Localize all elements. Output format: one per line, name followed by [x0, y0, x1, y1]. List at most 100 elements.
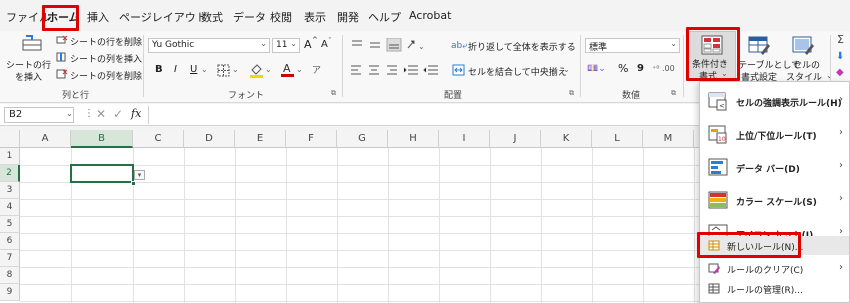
- row-header[interactable]: 9: [0, 284, 20, 301]
- svg-text:10: 10: [718, 136, 726, 143]
- clear-rules-icon: [708, 263, 720, 274]
- comma-style-button[interactable]: 9: [637, 63, 644, 74]
- svg-text:⌄: ⌄: [418, 42, 425, 51]
- column-header[interactable]: K: [541, 130, 592, 148]
- gridline: [337, 148, 338, 303]
- menu-item-clear-rules[interactable]: ルールのクリア(C) ›: [700, 259, 849, 278]
- name-box[interactable]: B2: [4, 107, 74, 123]
- column-header[interactable]: C: [133, 130, 184, 148]
- format-as-table-icon: [748, 36, 770, 55]
- clear-icon[interactable]: ◆: [836, 67, 844, 78]
- dialog-launcher-icon[interactable]: ⧉: [569, 89, 574, 98]
- chevron-down-icon: ⌄: [563, 65, 570, 74]
- column-header[interactable]: G: [337, 130, 388, 148]
- row-header[interactable]: 2: [0, 165, 20, 182]
- svg-text:A: A: [283, 62, 291, 75]
- group-separator: [342, 35, 343, 97]
- bold-button[interactable]: B: [155, 64, 163, 75]
- conditional-formatting-highlight: [686, 27, 740, 81]
- font-size-combo[interactable]: 11 ⌄: [272, 38, 300, 53]
- column-header[interactable]: I: [439, 130, 490, 148]
- chevron-down-icon[interactable]: ⌄: [66, 109, 73, 118]
- delete-columns-icon: [56, 69, 68, 79]
- top-bottom-rules-icon: 10: [708, 125, 727, 144]
- row-header[interactable]: 1: [0, 148, 20, 165]
- highlight-cells-rules-icon: <: [708, 92, 727, 111]
- insert-columns-icon: [56, 52, 66, 62]
- menu-item-data-bars[interactable]: データ バー(D) ›: [700, 152, 849, 184]
- column-header[interactable]: D: [184, 130, 235, 148]
- formula-divider: [148, 106, 149, 124]
- merge-center-button[interactable]: セルを結合して中央揃え: [468, 65, 567, 78]
- tab-view[interactable]: 表示: [304, 9, 326, 25]
- number-format-combo[interactable]: 標準 ⌄: [585, 38, 680, 53]
- column-header[interactable]: M: [643, 130, 694, 148]
- column-header[interactable]: B: [71, 130, 133, 148]
- selected-cell-b2[interactable]: [70, 164, 134, 183]
- select-all-corner[interactable]: [0, 130, 20, 148]
- delete-sheet-columns-button[interactable]: シートの列を削除: [70, 69, 142, 82]
- column-header[interactable]: H: [388, 130, 439, 148]
- autosum-icon[interactable]: Σ: [837, 33, 844, 46]
- delete-sheet-rows-button[interactable]: シートの行を削除: [70, 35, 142, 48]
- insert-rows-icon: [22, 35, 42, 51]
- tab-page-layout[interactable]: ページレイアウト: [119, 9, 207, 25]
- column-header[interactable]: F: [286, 130, 337, 148]
- insert-function-button[interactable]: fx: [131, 107, 141, 120]
- gridline: [388, 148, 389, 303]
- insert-sheet-columns-button[interactable]: シートの列を挿入: [70, 52, 142, 65]
- row-header[interactable]: 3: [0, 182, 20, 199]
- insert-sheet-rows-label-2[interactable]: を挿入: [15, 70, 42, 83]
- fill-handle[interactable]: [131, 181, 136, 186]
- gridline: [541, 148, 542, 303]
- italic-button[interactable]: I: [174, 64, 177, 75]
- phonetic-guide-icon[interactable]: ア: [312, 63, 321, 76]
- manage-rules-icon: [708, 283, 720, 294]
- menu-item-color-scales[interactable]: カラー スケール(S) ›: [700, 185, 849, 217]
- row-header[interactable]: 5: [0, 216, 20, 233]
- tab-help[interactable]: ヘルプ: [368, 9, 401, 25]
- row-header[interactable]: 7: [0, 250, 20, 267]
- horizontal-align-icons[interactable]: [350, 64, 445, 76]
- column-header[interactable]: A: [20, 130, 71, 148]
- menu-item-highlight-cells-rules[interactable]: < セルの強調表示ルール(H) ›: [700, 86, 849, 118]
- tab-review[interactable]: 校閲: [270, 9, 292, 25]
- font-name-combo[interactable]: Yu Gothic ⌄: [148, 38, 270, 53]
- vertical-align-icons[interactable]: ⌄: [350, 38, 430, 52]
- tab-developer[interactable]: 開発: [337, 9, 359, 25]
- borders-icon[interactable]: [217, 64, 231, 77]
- gridline: [286, 148, 287, 303]
- menu-item-top-bottom-rules[interactable]: 10 上位/下位ルール(T) ›: [700, 119, 849, 151]
- wrap-text-button[interactable]: 折り返して全体を表示する: [468, 40, 576, 53]
- column-header[interactable]: J: [490, 130, 541, 148]
- dialog-launcher-icon[interactable]: ⧉: [331, 89, 336, 98]
- cancel-icon[interactable]: ✕: [96, 107, 106, 121]
- confirm-icon[interactable]: ✓: [113, 107, 123, 121]
- tab-acrobat[interactable]: Acrobat: [409, 9, 451, 22]
- increase-font-button[interactable]: A: [304, 38, 312, 51]
- dropdown-arrow-icon[interactable]: ▾: [134, 170, 145, 180]
- currency-format-icon[interactable]: 💷⌄: [587, 64, 606, 74]
- new-rule-highlight: [697, 232, 801, 258]
- increase-decimal-icon[interactable]: ⁺⁰ .00: [652, 64, 675, 73]
- row-header[interactable]: 4: [0, 199, 20, 216]
- column-header[interactable]: E: [235, 130, 286, 148]
- gridline: [439, 148, 440, 303]
- fill-icon[interactable]: ⬇: [836, 51, 844, 62]
- row-header[interactable]: 8: [0, 267, 20, 284]
- group-separator: [580, 35, 581, 97]
- decrease-font-icon: ˇ: [328, 37, 332, 45]
- percent-style-button[interactable]: %: [618, 62, 628, 75]
- underline-button[interactable]: U: [190, 64, 197, 75]
- font-color-icon[interactable]: A: [281, 61, 294, 78]
- dialog-launcher-icon[interactable]: ⧉: [671, 89, 676, 98]
- tab-formulas[interactable]: 数式: [201, 9, 223, 25]
- menu-item-manage-rules[interactable]: ルールの管理(R)...: [700, 279, 849, 298]
- fill-color-icon[interactable]: [249, 62, 264, 78]
- font-group-label: フォント: [228, 91, 265, 101]
- decrease-font-button[interactable]: A: [321, 39, 328, 50]
- column-header[interactable]: L: [592, 130, 643, 148]
- row-header[interactable]: 6: [0, 233, 20, 250]
- tab-data[interactable]: データ: [233, 9, 266, 25]
- tab-insert[interactable]: 挿入: [87, 9, 109, 25]
